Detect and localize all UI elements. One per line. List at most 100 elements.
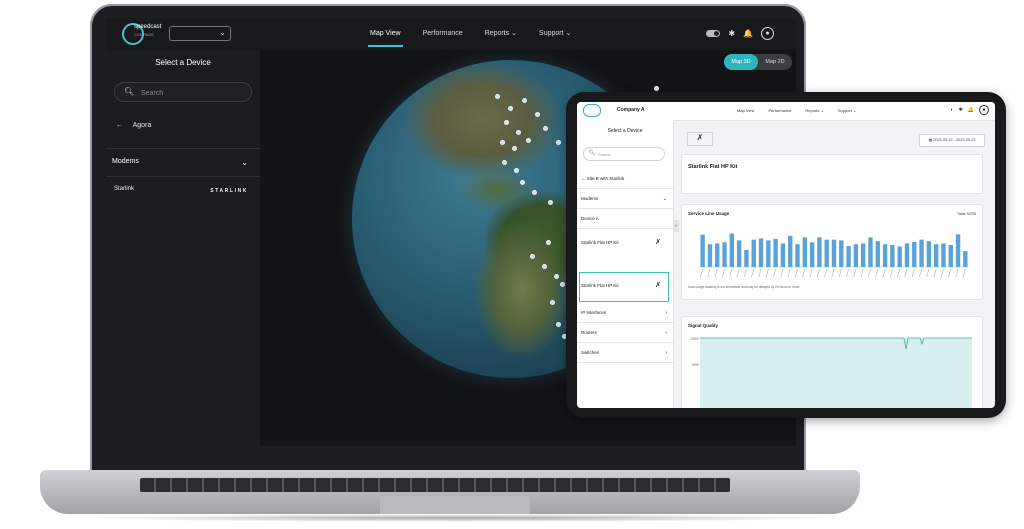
nav-support[interactable]: Support ⌄ [539, 18, 571, 50]
usage-bar [839, 240, 844, 267]
divider [577, 208, 673, 209]
divider [106, 176, 260, 177]
usage-bar [868, 237, 873, 267]
tablet-sidebar: Select a Device 🔍︎ Search ← Site B with … [577, 120, 674, 408]
x-tick-label [926, 268, 930, 278]
device-marker[interactable] [546, 240, 551, 245]
search-input[interactable]: 🔍︎ Search [583, 147, 665, 161]
nav-performance[interactable]: Performance [769, 102, 792, 120]
device-marker[interactable] [520, 180, 525, 185]
device-item-starlink-1[interactable]: Starlink Flat HP Kit ✗ [581, 239, 667, 246]
device-marker[interactable] [514, 168, 519, 173]
device-marker[interactable] [548, 200, 553, 205]
tablet-main: ✗ ▦ 2023-05-22 - 2023-05-23 Starlink Fla… [681, 120, 991, 408]
device-item-device-a[interactable]: Device A [581, 216, 667, 221]
usage-bar [941, 243, 946, 267]
search-placeholder: Search [598, 152, 611, 157]
usage-bar [766, 240, 771, 267]
top-navigation-bar: speedcast COMPASS ⌄ Map View Performance… [106, 18, 796, 51]
device-marker[interactable] [556, 322, 561, 327]
theme-toggle[interactable] [706, 30, 721, 37]
bug-icon[interactable]: ✱ [728, 29, 735, 38]
company-dropdown[interactable]: ⌄ [169, 26, 231, 41]
search-input[interactable] [139, 86, 243, 100]
nav-support[interactable]: Support ⌄ [838, 102, 856, 120]
x-tick-label [758, 268, 762, 278]
modems-group[interactable]: Modems ⌄ [112, 158, 248, 167]
device-item-starlink-2[interactable]: Starlink Flat HP Kit ✗ [581, 282, 667, 289]
back-button[interactable]: ← Agora [116, 122, 151, 129]
nav-map-view[interactable]: Map View [737, 102, 755, 120]
usage-bar [736, 240, 742, 267]
laptop-shadow [80, 514, 840, 522]
device-item[interactable]: Starlink STARLINK [114, 186, 248, 194]
usage-bar [904, 243, 910, 267]
search-box[interactable]: 🔍︎ [114, 82, 252, 102]
divider [577, 362, 673, 363]
device-marker[interactable] [500, 140, 505, 145]
signal-quality-chart [700, 337, 972, 408]
device-marker[interactable] [504, 120, 509, 125]
usage-bar [715, 243, 720, 267]
x-tick-label [751, 268, 754, 278]
chevron-down-icon: ⌄ [219, 28, 226, 37]
bug-icon[interactable]: ✱ [959, 107, 963, 113]
device-marker[interactable] [508, 106, 513, 111]
date-range-picker[interactable]: ▦ 2023-05-22 - 2023-05-23 [919, 134, 985, 147]
device-marker[interactable] [530, 254, 535, 259]
device-marker[interactable] [502, 160, 507, 165]
x-tick-label [795, 268, 798, 278]
nav-map-view[interactable]: Map View [368, 18, 403, 50]
device-marker[interactable] [542, 264, 547, 269]
bell-icon[interactable]: 🔔 [968, 107, 974, 113]
device-marker[interactable] [654, 86, 659, 91]
device-marker[interactable] [535, 112, 540, 117]
usage-bar [802, 237, 807, 267]
x-tick-label [846, 268, 849, 278]
company-name[interactable]: Company A [617, 107, 645, 113]
x-tick-label [868, 268, 871, 278]
device-marker[interactable] [516, 130, 521, 135]
device-marker[interactable] [512, 146, 517, 151]
main-nav: Map View Performance Reports ⌄ Support ⌄ [368, 18, 571, 50]
bell-icon[interactable]: 🔔 [743, 29, 753, 38]
x-tick-label [802, 268, 806, 278]
device-marker[interactable] [556, 140, 561, 145]
device-title: Starlink Flat HP Kit [688, 164, 738, 170]
group-routers[interactable]: Routers › [581, 330, 667, 336]
usage-bar [817, 237, 822, 267]
nav-reports[interactable]: Reports ⌄ [485, 18, 517, 50]
x-tick-label [860, 268, 864, 278]
group-ip-interfaces[interactable]: IP Interfaces › [581, 310, 667, 316]
x-tick-label [729, 268, 733, 278]
device-marker[interactable] [532, 190, 537, 195]
map-3d-button[interactable]: Map 3D [724, 54, 758, 70]
usage-bar [955, 234, 961, 267]
collapse-sidebar-button[interactable]: ‹ [673, 220, 679, 232]
x-tick-label [897, 268, 900, 278]
device-marker[interactable] [495, 94, 500, 99]
tablet-topbar-icons: ◐ ✱ 🔔 ● [951, 105, 989, 115]
nav-performance[interactable]: Performance [423, 18, 463, 50]
theme-toggle[interactable]: ◐ [951, 107, 954, 113]
nav-reports[interactable]: Reports ⌄ [805, 102, 823, 120]
calendar-icon: ▦ [928, 138, 933, 142]
user-icon[interactable]: ● [761, 27, 774, 40]
divider [577, 228, 673, 229]
chevron-down-icon: ⌄ [241, 158, 248, 167]
map-2d-button[interactable]: Map 2D [758, 54, 792, 70]
device-marker[interactable] [526, 138, 531, 143]
device-marker[interactable] [522, 98, 527, 103]
modems-group[interactable]: Modems ⌄ [581, 196, 667, 202]
x-tick-label [911, 268, 915, 278]
device-marker[interactable] [543, 126, 548, 131]
x-tick-label [700, 268, 703, 278]
user-icon[interactable]: ● [979, 105, 989, 115]
card-title: Service Line Usage [688, 211, 730, 216]
device-marker[interactable] [560, 282, 565, 287]
logo-icon[interactable] [583, 104, 601, 117]
site-back-button[interactable]: ← Site B with Starlink [581, 176, 667, 181]
device-marker[interactable] [554, 274, 559, 279]
device-marker[interactable] [550, 300, 555, 305]
group-switches[interactable]: Switches › [581, 350, 667, 356]
